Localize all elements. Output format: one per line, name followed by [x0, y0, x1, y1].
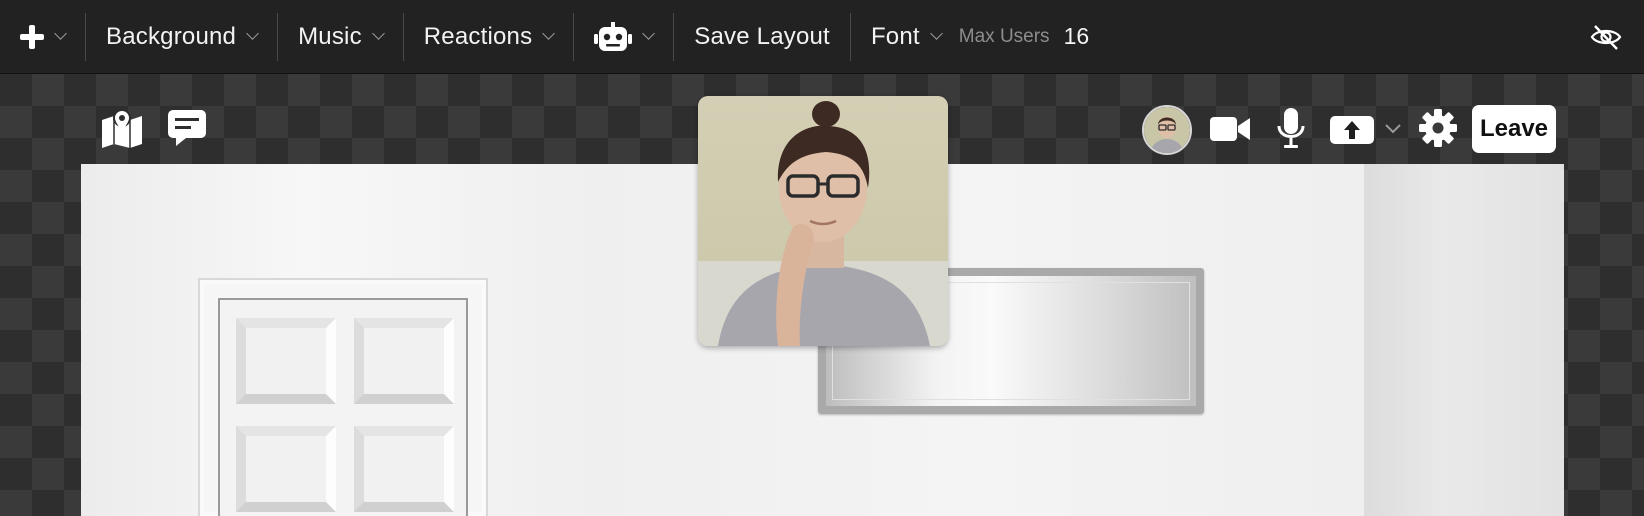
- chevron-down-icon: [371, 27, 385, 40]
- font-menu[interactable]: Font: [851, 0, 947, 74]
- door-panel: [354, 426, 454, 512]
- save-layout-label: Save Layout: [694, 22, 830, 50]
- participant-video: [698, 96, 948, 346]
- avatar[interactable]: [1142, 105, 1192, 155]
- room-side-wall: [1364, 164, 1564, 516]
- chevron-down-icon[interactable]: [1384, 120, 1402, 138]
- map-icon[interactable]: [100, 108, 144, 148]
- chevron-down-icon: [246, 27, 259, 40]
- gear-icon[interactable]: [1418, 108, 1458, 148]
- screen-share-button[interactable]: [1330, 116, 1374, 144]
- robot-icon: [594, 21, 633, 51]
- participant-video-tile[interactable]: [698, 96, 948, 346]
- chevron-down-icon: [54, 27, 67, 40]
- door-panel: [354, 318, 454, 404]
- door-panel: [236, 426, 336, 512]
- leave-button[interactable]: Leave: [1472, 105, 1556, 153]
- chevron-down-icon: [542, 27, 556, 40]
- chevron-down-icon: [929, 27, 943, 40]
- reactions-label: Reactions: [423, 22, 533, 50]
- top-toolbar: Background Music Reactions Save Layout F…: [0, 0, 1644, 74]
- avatar-image: [1144, 107, 1190, 153]
- chevron-down-icon: [642, 27, 656, 40]
- plus-icon: [20, 24, 44, 49]
- background-menu[interactable]: Background: [86, 0, 277, 74]
- screen-share-icon: [1344, 121, 1360, 139]
- video-camera-icon[interactable]: [1210, 114, 1250, 144]
- music-menu[interactable]: Music: [278, 0, 403, 74]
- microphone-icon[interactable]: [1276, 108, 1306, 148]
- eye-slash-icon[interactable]: [1590, 22, 1622, 52]
- music-label: Music: [298, 22, 362, 50]
- reactions-menu[interactable]: Reactions: [404, 0, 574, 74]
- bot-menu[interactable]: [574, 0, 673, 74]
- background-label: Background: [106, 22, 237, 50]
- font-label: Font: [870, 22, 920, 50]
- add-menu[interactable]: [0, 0, 85, 74]
- door-panel: [236, 318, 336, 404]
- door-panel-frame: [218, 298, 468, 516]
- max-users-label: Max Users: [958, 25, 1050, 47]
- chat-icon[interactable]: [166, 108, 208, 148]
- max-users-value[interactable]: 16: [1064, 23, 1090, 50]
- save-layout-button[interactable]: Save Layout: [674, 0, 850, 74]
